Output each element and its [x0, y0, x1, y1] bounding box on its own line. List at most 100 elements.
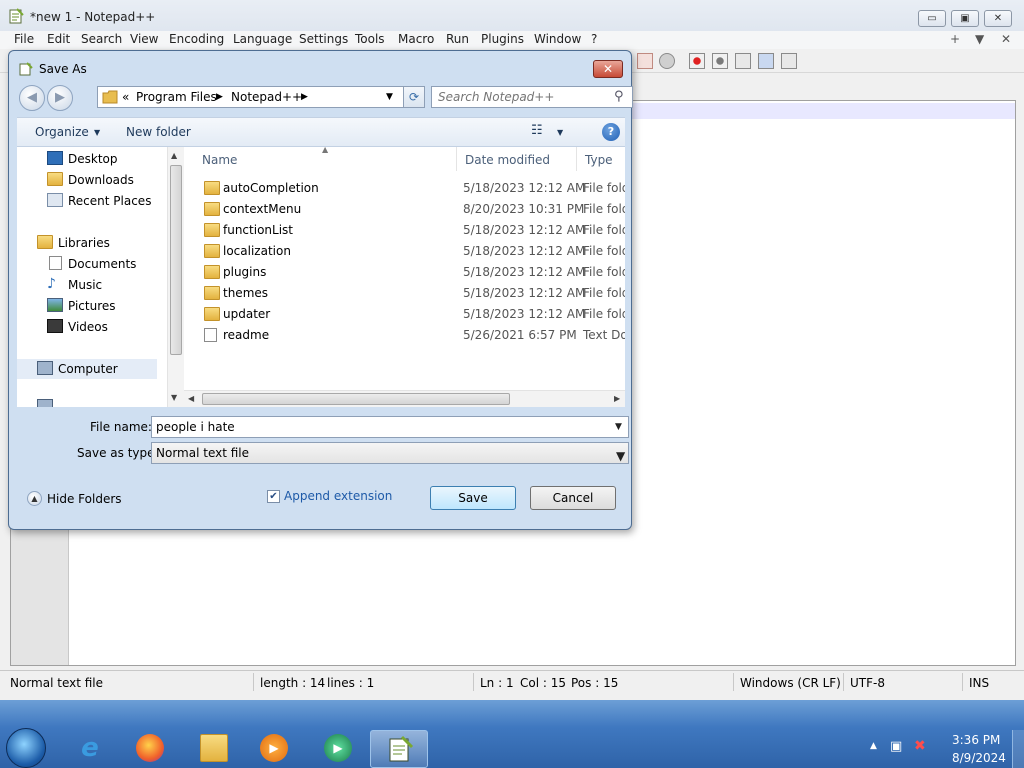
column-header-date[interactable]: Date modified: [457, 147, 577, 171]
scrollbar-thumb[interactable]: [202, 393, 510, 405]
menu-help[interactable]: ?: [591, 32, 597, 46]
file-row[interactable]: localization 5/18/2023 12:12 AM File fol…: [194, 241, 625, 262]
cancel-button[interactable]: Cancel: [530, 486, 616, 510]
file-row[interactable]: autoCompletion 5/18/2023 12:12 AM File f…: [194, 178, 625, 199]
menu-view[interactable]: View: [130, 32, 158, 46]
save-button[interactable]: Save: [430, 486, 516, 510]
organize-dropdown-icon[interactable]: ▼: [94, 128, 100, 137]
scroll-down-icon[interactable]: ▼: [171, 393, 177, 402]
scroll-left-icon[interactable]: ◀: [188, 394, 194, 403]
nav-item-music[interactable]: ♪ Music: [17, 275, 157, 295]
clock-date[interactable]: 8/9/2024: [952, 751, 1006, 765]
record-macro-icon[interactable]: [689, 53, 705, 69]
help-icon[interactable]: ?: [602, 123, 620, 141]
taskbar-windows-explorer[interactable]: [186, 730, 242, 768]
forward-arrow-icon[interactable]: ▶: [47, 85, 73, 111]
file-name-input[interactable]: [151, 416, 629, 438]
save-macro-icon[interactable]: [781, 53, 797, 69]
file-row[interactable]: contextMenu 8/20/2023 10:31 PM File fold…: [194, 199, 625, 220]
nav-item-desktop[interactable]: Desktop: [17, 149, 157, 169]
breadcrumb-separator-icon[interactable]: ▶: [301, 92, 308, 102]
close-button[interactable]: ✕: [984, 10, 1012, 27]
breadcrumb-program-files[interactable]: Program Files: [136, 90, 217, 104]
menu-plugins[interactable]: Plugins: [481, 32, 524, 46]
menu-settings[interactable]: Settings: [299, 32, 348, 46]
start-button-windows-icon[interactable]: [6, 728, 46, 768]
tab-list-control[interactable]: ▼: [975, 32, 984, 46]
menu-language[interactable]: Language: [233, 32, 292, 46]
view-dropdown-icon[interactable]: ▼: [557, 128, 563, 137]
navigation-pane: Desktop Downloads Recent Places Librarie…: [17, 147, 175, 407]
dialog-close-button[interactable]: ✕: [593, 60, 623, 78]
nav-item-pictures[interactable]: Pictures: [17, 296, 157, 316]
file-row[interactable]: plugins 5/18/2023 12:12 AM File folder: [194, 262, 625, 283]
scroll-right-icon[interactable]: ▶: [614, 394, 620, 403]
taskbar-media-center[interactable]: ▶: [310, 730, 366, 768]
new-tab-control[interactable]: +: [950, 32, 960, 46]
menu-encoding[interactable]: Encoding: [169, 32, 224, 46]
horizontal-scrollbar[interactable]: ◀ ▶: [184, 390, 625, 407]
speech-bubble-icon[interactable]: [659, 53, 675, 69]
file-name-dropdown-icon[interactable]: ▼: [615, 422, 622, 432]
save-as-type-select[interactable]: Normal text file ▼: [151, 442, 629, 464]
search-box[interactable]: ⚲: [431, 86, 633, 108]
volume-muted-icon[interactable]: ✖: [914, 738, 926, 754]
breadcrumb-notepadpp[interactable]: Notepad++: [231, 90, 302, 104]
show-desktop-button[interactable]: [1012, 730, 1024, 768]
nav-item-computer[interactable]: Computer: [17, 359, 157, 379]
column-header-type[interactable]: Type: [577, 147, 625, 171]
taskbar-firefox[interactable]: [122, 730, 178, 768]
nav-item-libraries[interactable]: Libraries: [17, 233, 157, 253]
status-lines: lines : 1: [327, 676, 375, 690]
play-macro-icon[interactable]: [735, 53, 751, 69]
command-bar: Organize ▼ New folder ☷ ▼ ?: [17, 117, 625, 147]
search-icon[interactable]: ⚲: [614, 89, 624, 104]
column-header-name[interactable]: Name ▲: [184, 147, 457, 171]
play-multiple-macro-icon[interactable]: [758, 53, 774, 69]
nav-item-documents[interactable]: Documents: [17, 254, 157, 274]
file-type: File folder: [583, 202, 625, 216]
address-dropdown-icon[interactable]: ▼: [386, 92, 393, 102]
view-options-icon[interactable]: ☷: [531, 123, 543, 138]
maximize-button[interactable]: ▣: [951, 10, 979, 27]
nav-item-videos[interactable]: Videos: [17, 317, 157, 337]
search-input[interactable]: [438, 89, 608, 105]
taskbar-internet-explorer[interactable]: e: [62, 730, 118, 768]
organize-button[interactable]: Organize: [35, 125, 89, 139]
save-as-type-dropdown-icon[interactable]: ▼: [616, 449, 625, 463]
new-folder-button[interactable]: New folder: [126, 125, 191, 139]
status-divider: [473, 673, 474, 691]
scroll-up-icon[interactable]: ▲: [171, 151, 177, 160]
toolbar-button-icon[interactable]: [637, 53, 653, 69]
scrollbar-thumb[interactable]: [170, 165, 182, 355]
nav-item-network-partial[interactable]: [17, 397, 157, 407]
breadcrumb-separator-icon[interactable]: ▶: [216, 92, 223, 102]
stop-macro-icon[interactable]: [712, 53, 728, 69]
menu-run[interactable]: Run: [446, 32, 469, 46]
navigation-scrollbar[interactable]: ▲ ▼: [167, 147, 184, 407]
file-row[interactable]: updater 5/18/2023 12:12 AM File folder: [194, 304, 625, 325]
nav-item-downloads[interactable]: Downloads: [17, 170, 157, 190]
menu-file[interactable]: File: [14, 32, 34, 46]
menu-edit[interactable]: Edit: [47, 32, 70, 46]
taskbar-media-player[interactable]: ▶: [246, 730, 302, 768]
back-arrow-icon[interactable]: ◀: [19, 85, 45, 111]
file-row[interactable]: themes 5/18/2023 12:12 AM File folder: [194, 283, 625, 304]
file-row[interactable]: functionList 5/18/2023 12:12 AM File fol…: [194, 220, 625, 241]
address-bar[interactable]: « Program Files ▶ Notepad++ ▶ ▼: [97, 86, 405, 108]
minimize-button[interactable]: ▭: [918, 10, 946, 27]
refresh-icon[interactable]: ⟳: [403, 86, 425, 108]
dialog-title-bar[interactable]: Save As ✕: [9, 51, 631, 83]
menu-window[interactable]: Window: [534, 32, 581, 46]
breadcrumb-overflow-chevron[interactable]: «: [122, 90, 129, 104]
menu-tools[interactable]: Tools: [355, 32, 385, 46]
close-tab-control[interactable]: ✕: [1001, 32, 1011, 46]
menu-search[interactable]: Search: [81, 32, 122, 46]
menu-macro[interactable]: Macro: [398, 32, 434, 46]
file-row[interactable]: readme 5/26/2021 6:57 PM Text Docu: [194, 325, 625, 346]
network-tray-icon[interactable]: ▣: [890, 739, 902, 754]
clock-time[interactable]: 3:36 PM: [952, 733, 1000, 747]
nav-item-recent-places[interactable]: Recent Places: [17, 191, 157, 211]
taskbar-notepadpp[interactable]: [370, 730, 428, 768]
show-hidden-icons-icon[interactable]: ▲: [870, 741, 877, 751]
